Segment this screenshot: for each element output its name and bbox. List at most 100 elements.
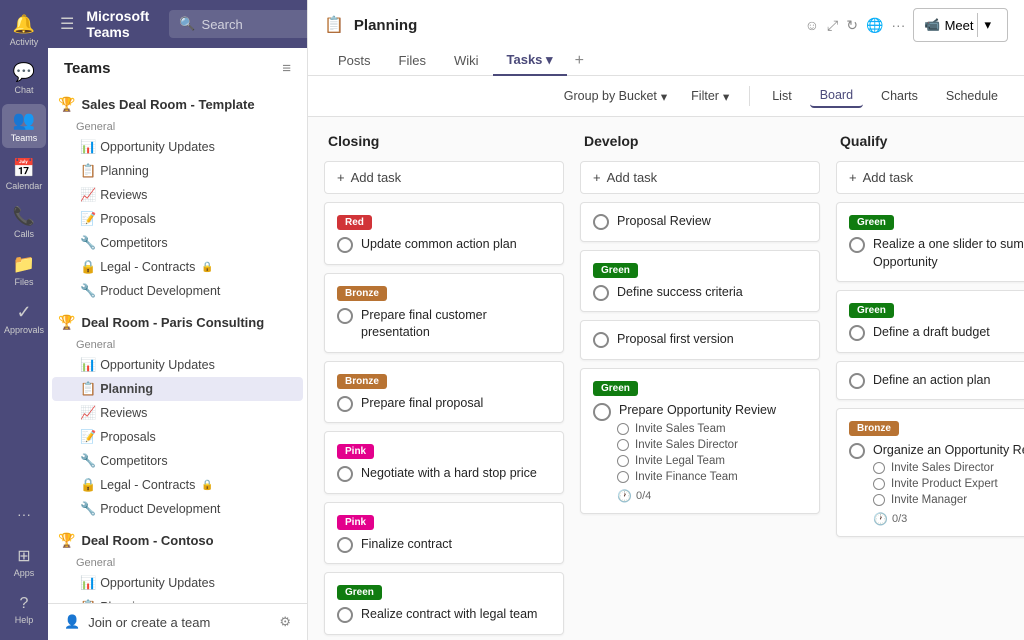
nav-item-help[interactable]: ? Help — [2, 588, 46, 632]
settings-icon[interactable]: ⚙ — [279, 614, 291, 630]
view-board[interactable]: Board — [810, 84, 863, 108]
nav-item-approvals[interactable]: ✓ Approvals — [2, 296, 46, 340]
sub-check[interactable] — [617, 439, 629, 451]
task-check[interactable] — [849, 325, 865, 341]
task-check-large[interactable] — [593, 403, 611, 421]
task-title: Update common action plan — [361, 236, 517, 254]
task-check[interactable] — [593, 285, 609, 301]
channel-proposals-1[interactable]: 📝 Proposals — [52, 207, 303, 231]
task-title: Prepare final proposal — [361, 395, 483, 413]
sub-check[interactable] — [617, 471, 629, 483]
task-card-q2[interactable]: Green Define a draft budget — [836, 290, 1024, 353]
add-task-label: Add task — [607, 170, 658, 185]
team-contoso[interactable]: 🏆 Deal Room - Contoso ··· — [48, 525, 307, 555]
meet-dropdown-icon[interactable]: ▾ — [977, 13, 997, 37]
join-team-row[interactable]: 👤 Join or create a team ⚙ — [48, 603, 307, 640]
channel-reviews-1[interactable]: 📈 Reviews — [52, 183, 303, 207]
sub-check[interactable] — [617, 423, 629, 435]
team-sales-deal-room[interactable]: 🏆 Sales Deal Room - Template ··· — [48, 89, 307, 119]
expand-icon[interactable]: ⤢ — [827, 17, 838, 34]
channel-legal-paris[interactable]: 🔒 Legal - Contracts 🔒 — [52, 473, 303, 497]
task-card-q1[interactable]: Green Realize a one slider to sum up the… — [836, 202, 1024, 282]
task-check[interactable] — [337, 308, 353, 324]
channel-competitors-paris[interactable]: 🔧 Competitors — [52, 449, 303, 473]
add-tab-button[interactable]: + — [567, 48, 592, 74]
team-sales-name: Sales Deal Room - Template — [81, 97, 254, 112]
task-check[interactable] — [849, 373, 865, 389]
task-card-d2[interactable]: Green Define success criteria — [580, 250, 820, 313]
nav-rail: 🔔 Activity 💬 Chat 👥 Teams 📅 Calendar 📞 C… — [0, 0, 48, 640]
more-icon[interactable]: ··· — [891, 17, 905, 33]
sub-check[interactable] — [873, 462, 885, 474]
channel-reviews-paris[interactable]: 📈 Reviews — [52, 401, 303, 425]
view-list[interactable]: List — [762, 85, 801, 107]
filter-icon[interactable]: ≡ — [282, 60, 291, 77]
tag-green: Green — [593, 381, 638, 396]
channel-legal-1[interactable]: 🔒 Legal - Contracts 🔒 — [52, 255, 303, 279]
channel-proposals-paris[interactable]: 📝 Proposals — [52, 425, 303, 449]
view-schedule[interactable]: Schedule — [936, 85, 1008, 107]
task-card-t6[interactable]: Green Realize contract with legal team — [324, 572, 564, 635]
view-charts[interactable]: Charts — [871, 85, 928, 107]
tab-tasks[interactable]: Tasks ▾ — [493, 46, 567, 76]
task-check[interactable] — [337, 607, 353, 623]
sub-item-2: Invite Sales Director — [593, 437, 807, 453]
channel-title: Planning — [354, 17, 417, 34]
refresh-icon[interactable]: ↻ — [846, 17, 858, 34]
channel-planning-1[interactable]: 📋 Planning — [52, 159, 303, 183]
task-check[interactable] — [337, 237, 353, 253]
sub-item-4: Invite Finance Team — [593, 469, 807, 485]
tab-files[interactable]: Files — [385, 47, 440, 76]
task-check[interactable] — [849, 443, 865, 459]
progress-icon: 🕐 — [617, 489, 632, 503]
add-task-develop[interactable]: + Add task — [580, 161, 820, 194]
task-card-q3[interactable]: Define an action plan — [836, 361, 1024, 401]
team-paris[interactable]: 🏆 Deal Room - Paris Consulting ··· — [48, 307, 307, 337]
task-card-t4[interactable]: Pink Negotiate with a hard stop price — [324, 431, 564, 494]
task-check[interactable] — [337, 466, 353, 482]
nav-item-more[interactable]: ··· — [2, 492, 46, 536]
task-card-d1[interactable]: Proposal Review — [580, 202, 820, 242]
channel-planning-paris[interactable]: 📋 Planning — [52, 377, 303, 401]
task-card-t5[interactable]: Pink Finalize contract — [324, 502, 564, 565]
sub-check[interactable] — [873, 494, 885, 506]
add-task-closing[interactable]: + Add task — [324, 161, 564, 194]
nav-item-activity[interactable]: 🔔 Activity — [2, 8, 46, 52]
task-card-d3[interactable]: Proposal first version — [580, 320, 820, 360]
task-check[interactable] — [337, 396, 353, 412]
task-row: Prepare final customer presentation — [337, 307, 551, 342]
task-card-t2[interactable]: Bronze Prepare final customer presentati… — [324, 273, 564, 353]
nav-item-calls[interactable]: 📞 Calls — [2, 200, 46, 244]
globe-icon[interactable]: 🌐 — [866, 17, 883, 34]
filter-button[interactable]: Filter ▾ — [683, 85, 737, 108]
task-card-t1[interactable]: Red Update common action plan — [324, 202, 564, 265]
nav-item-calendar[interactable]: 📅 Calendar — [2, 152, 46, 196]
meet-button[interactable]: 📹 Meet ▾ — [913, 8, 1008, 42]
tab-posts[interactable]: Posts — [324, 47, 385, 76]
channel-opportunity-updates-1[interactable]: 📊 Opportunity Updates — [52, 135, 303, 159]
emoji-icon[interactable]: ☺ — [805, 17, 819, 33]
task-check[interactable] — [849, 237, 865, 253]
task-card-q4[interactable]: Bronze Organize an Opportunity Review In… — [836, 408, 1024, 537]
hamburger-icon[interactable]: ☰ — [60, 14, 74, 34]
task-check[interactable] — [593, 332, 609, 348]
channel-planning-contoso[interactable]: 📋 Planning — [52, 595, 303, 603]
add-task-qualify[interactable]: + Add task — [836, 161, 1024, 194]
task-card-d4[interactable]: Green Prepare Opportunity Review Invite … — [580, 368, 820, 514]
sub-check[interactable] — [873, 478, 885, 490]
task-card-t3[interactable]: Bronze Prepare final proposal — [324, 361, 564, 424]
channel-competitors-1[interactable]: 🔧 Competitors — [52, 231, 303, 255]
channel-opportunity-contoso[interactable]: 📊 Opportunity Updates — [52, 571, 303, 595]
tab-wiki[interactable]: Wiki — [440, 47, 493, 76]
nav-item-teams[interactable]: 👥 Teams — [2, 104, 46, 148]
task-check[interactable] — [337, 537, 353, 553]
group-by-button[interactable]: Group by Bucket ▾ — [556, 85, 675, 108]
channel-opportunity-paris[interactable]: 📊 Opportunity Updates — [52, 353, 303, 377]
nav-item-apps[interactable]: ⊞ Apps — [2, 540, 46, 584]
nav-item-files[interactable]: 📁 Files — [2, 248, 46, 292]
sub-check[interactable] — [617, 455, 629, 467]
channel-product-dev-1[interactable]: 🔧 Product Development — [52, 279, 303, 303]
task-check[interactable] — [593, 214, 609, 230]
nav-item-chat[interactable]: 💬 Chat — [2, 56, 46, 100]
channel-product-paris[interactable]: 🔧 Product Development — [52, 497, 303, 521]
